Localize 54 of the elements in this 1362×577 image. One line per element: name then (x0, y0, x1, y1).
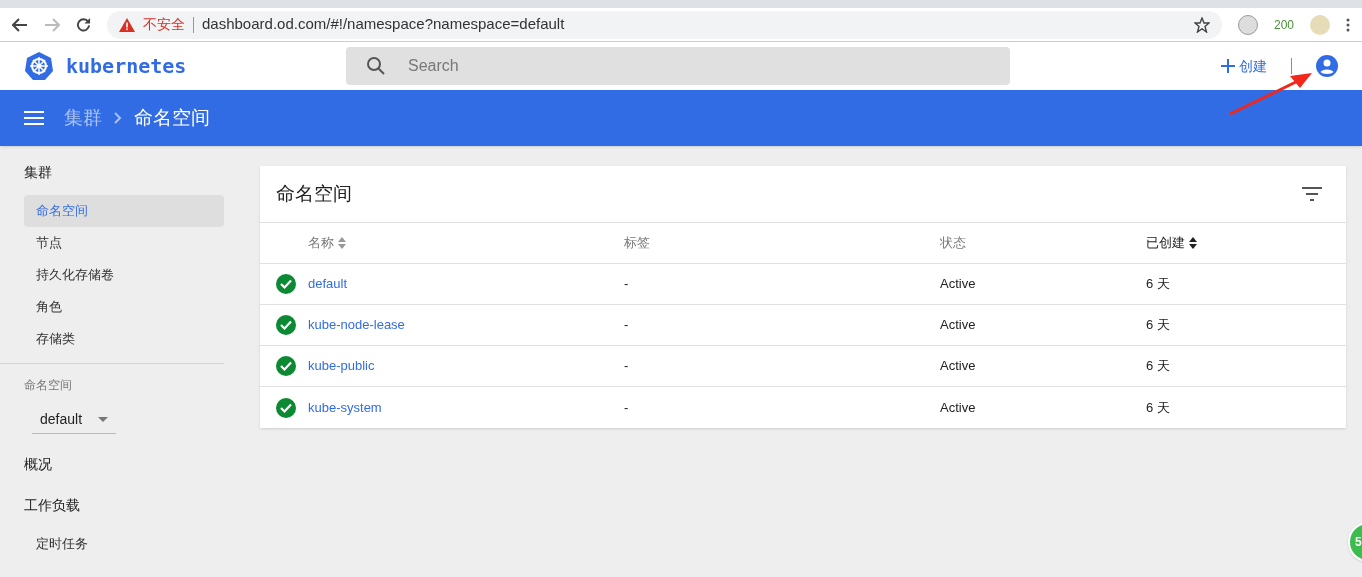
column-header[interactable]: 已创建 (1146, 233, 1346, 253)
reload-icon[interactable] (76, 17, 91, 32)
column-header: 标签 (624, 234, 651, 253)
account-icon[interactable] (1316, 55, 1338, 77)
table-cell-text: Active (940, 357, 976, 376)
star-icon[interactable] (1193, 16, 1210, 33)
chevron-icon (114, 112, 122, 124)
card-title: 命名空间 (276, 181, 352, 206)
table-cell-text: 6 天 (1146, 275, 1170, 294)
table-cell-text: Active (940, 275, 976, 294)
table-cell-text: - (624, 316, 629, 335)
extension-count: 200 (1273, 16, 1294, 34)
table-cell-text: - (624, 398, 629, 417)
logo-text: kubernetes (66, 53, 188, 80)
page-title: 命名空间 (134, 105, 210, 130)
url-text: dashboard.od.com/#!/namespace?namespace=default (202, 14, 566, 35)
filter-icon[interactable] (1302, 187, 1322, 201)
ip-icon[interactable] (1237, 14, 1258, 35)
table-cell-text: - (624, 357, 629, 376)
sidebar-heading[interactable]: 概况 (24, 454, 224, 475)
search-field[interactable]: Search (346, 47, 1010, 85)
sidebar-item[interactable]: 存储类 (24, 323, 224, 355)
namespace-select[interactable]: default (32, 406, 116, 434)
caret-icon (98, 417, 108, 422)
sidebar-heading[interactable]: 集群 (24, 162, 224, 183)
sidebar-item[interactable]: 角色 (24, 291, 224, 323)
table-cell-text: 6 天 (1146, 398, 1170, 417)
table-cell-text: Active (940, 316, 976, 335)
namespace-link[interactable]: kube-public (308, 356, 375, 376)
namespace-link[interactable]: kube-system (308, 397, 382, 418)
table-cell-text: Active (940, 398, 976, 417)
warning-icon (119, 17, 135, 32)
sidebar-item[interactable]: 定时任务 (24, 528, 224, 560)
table-cell-text: - (624, 275, 629, 294)
sidebar-item[interactable]: 节点 (24, 227, 224, 259)
menu-icon[interactable] (1346, 17, 1350, 32)
table-cell-text: 6 天 (1146, 316, 1170, 335)
security-label: 不安全 (143, 15, 185, 34)
back-icon[interactable] (12, 17, 28, 32)
namespace-link[interactable]: default (308, 274, 348, 294)
column-header[interactable]: 名称 (308, 233, 624, 253)
create-button[interactable]: 创建 (1221, 55, 1267, 77)
menu-icon[interactable] (24, 111, 44, 125)
search-icon (366, 56, 386, 76)
namespace-link[interactable]: kube-node-lease (308, 315, 405, 335)
namespace-label: 命名空间 (24, 377, 73, 394)
helm-logo-icon (24, 51, 54, 81)
table-cell-text: 6 天 (1146, 357, 1170, 376)
sidebar-item[interactable]: 持久化存储卷 (24, 259, 224, 291)
address-bar[interactable]: 不安全 dashboard.od.com/#!/namespace?namespace=default (107, 10, 1222, 39)
sidebar-item[interactable]: 命名空间 (24, 195, 224, 227)
column-header: 状态 (940, 234, 967, 253)
plus-icon (1221, 59, 1235, 73)
sidebar-heading[interactable]: 工作负载 (24, 495, 224, 516)
